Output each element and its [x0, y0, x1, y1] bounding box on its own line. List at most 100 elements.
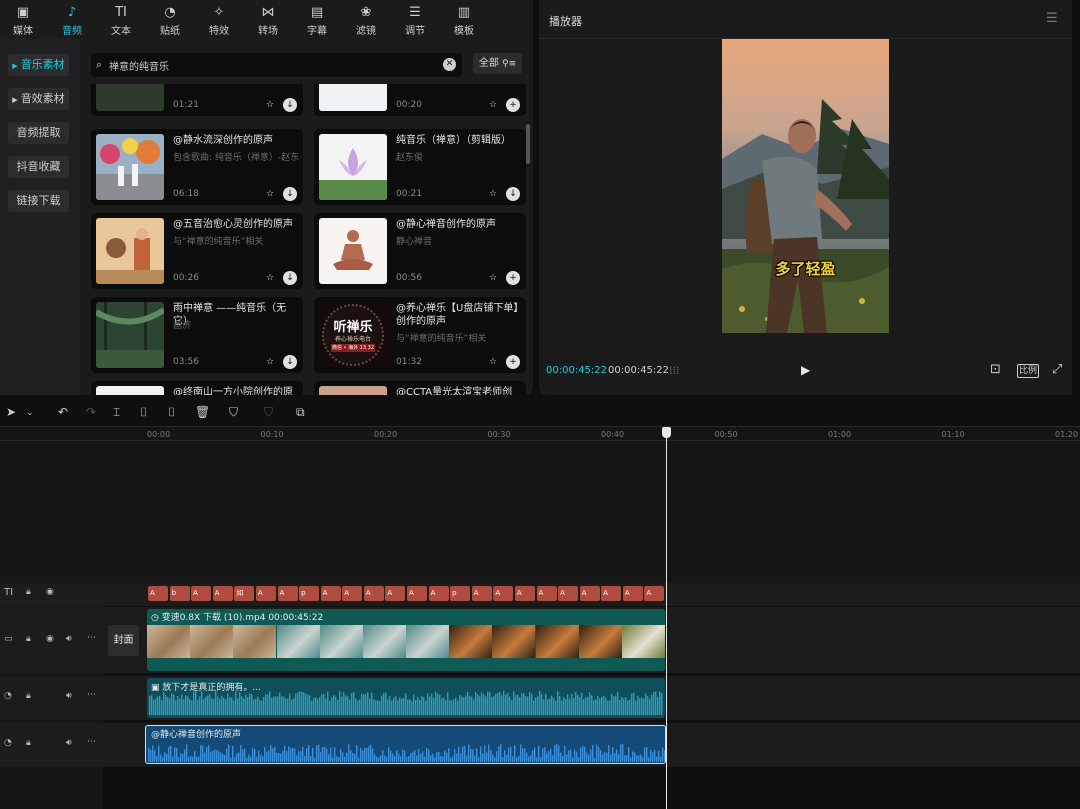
text-clip[interactable]: A — [385, 586, 406, 601]
lock-icon[interactable]: 🔒︎ — [26, 691, 31, 701]
cover-button[interactable]: 封面 — [108, 625, 139, 656]
clear-icon[interactable]: ✕ — [443, 58, 456, 71]
text-clip[interactable]: A — [601, 586, 622, 601]
search-input[interactable] — [109, 53, 429, 77]
tab-media[interactable]: ▣ 媒体 — [1, 4, 45, 37]
download-icon[interactable]: ↓ — [283, 98, 297, 112]
tab-adjust[interactable]: ☰ 调节 — [393, 4, 437, 37]
more-icon[interactable]: ⋯ — [87, 737, 96, 747]
tab-audio[interactable]: ♪ 音频 — [50, 4, 94, 37]
trim-right-icon[interactable]: ⌷ — [168, 405, 175, 420]
text-clip[interactable]: A — [407, 586, 428, 601]
expand-icon[interactable]: ⤢ — [1052, 362, 1062, 377]
playhead-handle[interactable] — [662, 427, 671, 438]
text-clip[interactable]: A — [363, 586, 384, 601]
text-clip[interactable]: A — [320, 586, 341, 601]
chevron-down-icon[interactable]: ⌄ — [26, 408, 34, 418]
tab-transition[interactable]: ⋈ 转场 — [246, 4, 290, 37]
tab-effects[interactable]: ✧ 特效 — [197, 4, 241, 37]
volume-icon[interactable]: 🔊︎ — [66, 691, 72, 701]
audio-card[interactable]: 雨中禅意 ——纯音乐（无它） 画济 03:56 ☆ ↓ — [91, 297, 303, 373]
audio-card[interactable]: 听禅乐 养心禅乐电台 微信 • 海外 13 32 @养心禅乐【U盘店铺下单】创作的… — [314, 297, 526, 373]
text-clip[interactable]: A — [514, 586, 535, 601]
eye-icon[interactable]: ◉ — [46, 634, 54, 644]
audio-card[interactable]: 00:20 ☆ + — [314, 84, 526, 116]
volume-icon[interactable]: 🔊︎ — [66, 738, 72, 748]
download-icon[interactable]: ↓ — [283, 187, 297, 201]
text-clip[interactable]: A — [471, 586, 492, 601]
timecode-grid-icon[interactable]: ⁞⁞⁞ — [669, 364, 680, 377]
favorite-icon[interactable]: ☆ — [486, 355, 500, 369]
text-clip[interactable]: A — [622, 586, 643, 601]
shield-disabled-icon[interactable]: ⛉ — [264, 405, 273, 420]
play-icon[interactable]: ▶ — [801, 363, 810, 377]
audio-card[interactable]: 纯音乐（禅意）（剪辑版） 赵东俊 00:21 ☆ ↓ — [314, 129, 526, 205]
text-clip[interactable]: 如 — [234, 586, 255, 601]
sidebar-item-1[interactable]: ▶ 音效素材 — [8, 88, 69, 110]
timeline-ruler[interactable]: 00:00 00:10 00:20 00:30 00:40 00:50 01:00 01:10… — [0, 427, 1080, 441]
text-clip[interactable]: A — [277, 586, 298, 601]
redo-icon[interactable]: ↷ — [86, 405, 96, 419]
favorite-icon[interactable]: ☆ — [486, 271, 500, 285]
audio-card[interactable]: @CCTA量光太渲宝老师创作的 — [314, 381, 526, 395]
text-clip[interactable]: p — [299, 586, 320, 601]
lock-icon[interactable]: 🔒︎ — [26, 587, 31, 597]
add-icon[interactable]: + — [506, 98, 520, 112]
shield-icon[interactable]: ⛉ — [229, 405, 238, 420]
favorite-icon[interactable]: ☆ — [263, 355, 277, 369]
tab-sticker[interactable]: ◔ 贴纸 — [148, 4, 192, 37]
audio-card[interactable]: @终南山一方小院创作的原声 — [91, 381, 303, 395]
text-clip[interactable]: b — [169, 586, 190, 601]
audio-card[interactable]: @静心禅音创作的原声 静心禅音 00:56 ☆ + — [314, 213, 526, 289]
select-tool-icon[interactable]: ➤ — [6, 405, 16, 419]
lock-icon[interactable]: 🔒︎ — [26, 634, 31, 644]
tab-filter[interactable]: ❀ 滤镜 — [344, 4, 388, 37]
trim-left-icon[interactable]: ⌷ — [140, 405, 147, 420]
download-icon[interactable]: ↓ — [506, 187, 520, 201]
playhead[interactable] — [666, 429, 667, 809]
fullscreen-preview-icon[interactable]: ⊡ — [990, 362, 1001, 377]
split-icon[interactable]: ⌶ — [113, 405, 120, 420]
ratio-button[interactable]: 比例 — [1017, 364, 1039, 378]
favorite-icon[interactable]: ☆ — [486, 98, 500, 112]
text-clip[interactable]: A — [644, 586, 665, 601]
text-clip[interactable]: A — [212, 586, 233, 601]
list-scrollbar[interactable] — [526, 124, 530, 164]
add-icon[interactable]: + — [506, 355, 520, 369]
download-icon[interactable]: ↓ — [283, 271, 297, 285]
sidebar-item-4[interactable]: 链接下载 — [8, 190, 69, 212]
screen-capture-icon[interactable]: ⧉ — [296, 405, 305, 420]
audio-card[interactable]: @五音治愈心灵创作的原声 与“禅意的纯音乐”相关 00:26 ☆ ↓ — [91, 213, 303, 289]
sidebar-item-2[interactable]: 音频提取 — [8, 122, 69, 144]
favorite-icon[interactable]: ☆ — [263, 271, 277, 285]
audio-card[interactable]: @静水流深创作的原声 包含歌曲: 纯音乐（禅意）-赵东俊 06:18 ☆ ↓ — [91, 129, 303, 205]
menu-icon[interactable]: ☰ — [1046, 11, 1058, 26]
add-icon[interactable]: + — [506, 271, 520, 285]
tab-text[interactable]: TI 文本 — [99, 4, 143, 37]
text-clip[interactable]: A — [191, 586, 212, 601]
favorite-icon[interactable]: ☆ — [263, 98, 277, 112]
text-clip[interactable]: A — [148, 586, 169, 601]
video-preview[interactable] — [722, 39, 889, 333]
text-clip[interactable]: p — [450, 586, 471, 601]
eye-icon[interactable]: ◉ — [46, 587, 54, 597]
sidebar-item-3[interactable]: 抖音收藏 — [8, 156, 69, 178]
filter-button[interactable]: 全部 ⚲≡ — [473, 53, 522, 74]
text-clip[interactable]: A — [342, 586, 363, 601]
tab-captions[interactable]: ▤ 字幕 — [295, 4, 339, 37]
text-clip[interactable]: A — [493, 586, 514, 601]
tab-template[interactable]: ▥ 模板 — [442, 4, 486, 37]
volume-icon[interactable]: 🔊︎ — [66, 634, 72, 644]
text-clip[interactable]: A — [536, 586, 557, 601]
text-clip[interactable]: A — [255, 586, 276, 601]
download-icon[interactable]: ↓ — [283, 355, 297, 369]
text-clip[interactable]: A — [428, 586, 449, 601]
favorite-icon[interactable]: ☆ — [263, 187, 277, 201]
sidebar-item-0[interactable]: ▶ 音乐素材 — [8, 54, 69, 76]
text-clip[interactable]: A — [579, 586, 600, 601]
audio-card[interactable]: 01:21 ☆ ↓ — [91, 84, 303, 116]
more-icon[interactable]: ⋯ — [87, 633, 96, 643]
delete-icon[interactable]: 🗑 — [195, 405, 210, 419]
lock-icon[interactable]: 🔒︎ — [26, 738, 31, 748]
favorite-icon[interactable]: ☆ — [486, 187, 500, 201]
